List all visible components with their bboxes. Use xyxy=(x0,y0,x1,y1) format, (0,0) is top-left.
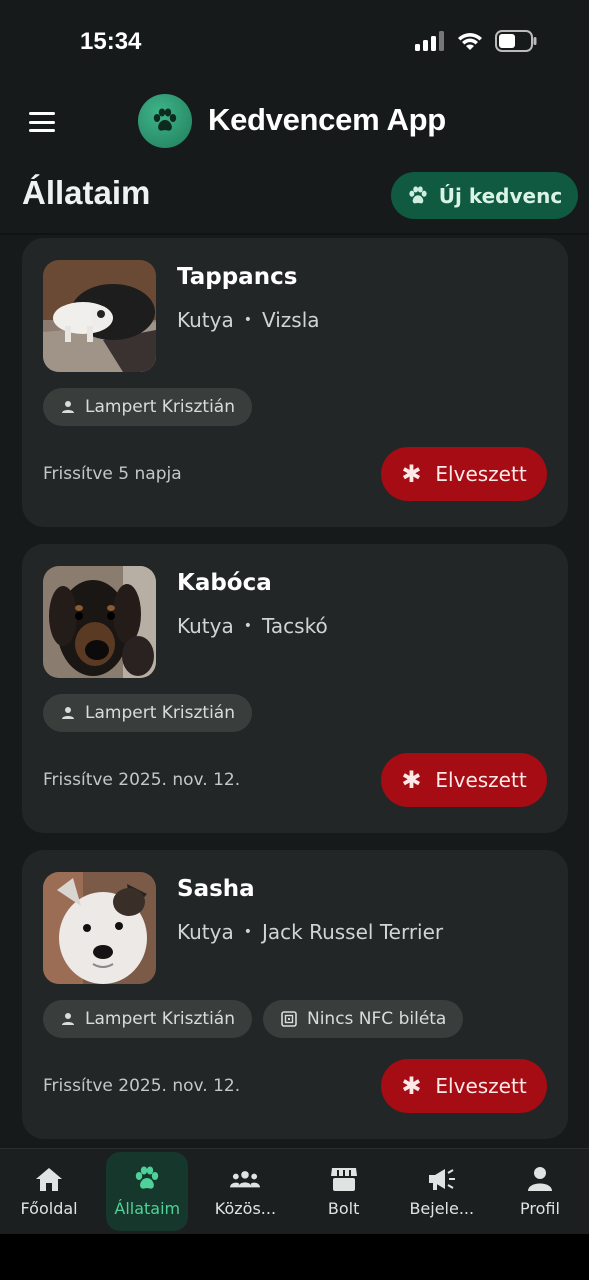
lost-label: Elveszett xyxy=(435,768,527,792)
separator-dot: • xyxy=(243,924,252,940)
nav-label: Állataim xyxy=(114,1199,181,1218)
nav-label: Főoldal xyxy=(20,1199,78,1218)
nfc-tag-icon xyxy=(281,1011,297,1027)
group-icon xyxy=(230,1171,261,1188)
separator-dot: • xyxy=(243,618,252,634)
status-time: 15:34 xyxy=(80,28,142,55)
nav-label: Közös... xyxy=(214,1199,277,1218)
separator-dot: • xyxy=(243,312,252,328)
pet-breed: Tacskó xyxy=(262,614,328,638)
pet-chips: Lampert Krisztián Nincs NFC biléta xyxy=(43,1000,464,1038)
pet-chips: Lampert Krisztián xyxy=(43,694,252,732)
pet-subtitle: Kutya • Vizsla xyxy=(177,308,320,332)
paw-icon xyxy=(136,1166,159,1189)
paw-icon xyxy=(409,185,427,203)
pet-name: Kabóca xyxy=(177,570,272,596)
pet-photo xyxy=(43,260,156,372)
owner-name: Lampert Krisztián xyxy=(85,397,235,417)
status-icons xyxy=(415,30,537,52)
battery-icon xyxy=(495,30,537,52)
pet-subtitle: Kutya • Tacskó xyxy=(177,614,328,638)
nav-item-profile[interactable]: Profil xyxy=(491,1149,589,1234)
pet-breed: Jack Russel Terrier xyxy=(262,920,444,944)
nfc-chip: Nincs NFC biléta xyxy=(262,1000,464,1038)
updated-text: Frissítve 2025. nov. 12. xyxy=(43,770,241,790)
pet-name: Tappancs xyxy=(177,264,298,290)
wifi-icon xyxy=(458,33,482,50)
pet-species: Kutya xyxy=(177,308,234,332)
pet-card[interactable]: Tappancs Kutya • Vizsla Lampert Krisztiá… xyxy=(22,238,568,527)
bottom-navigation: Főoldal Állataim Közös... Bolt Bejele... xyxy=(0,1148,589,1234)
asterisk-icon: ✱ xyxy=(401,1072,422,1100)
lost-label: Elveszett xyxy=(435,462,527,486)
app-logo xyxy=(138,94,192,148)
nav-item-community[interactable]: Közös... xyxy=(196,1149,294,1234)
lost-label: Elveszett xyxy=(435,1074,527,1098)
nfc-status: Nincs NFC biléta xyxy=(306,1009,447,1029)
owner-chip: Lampert Krisztián xyxy=(43,1000,252,1038)
new-pet-button[interactable]: Új kedvenc xyxy=(391,172,578,219)
nav-label: Profil xyxy=(519,1199,560,1218)
home-icon xyxy=(36,1168,63,1191)
pet-photo xyxy=(43,872,156,984)
pet-photo xyxy=(43,566,156,678)
pet-species: Kutya xyxy=(177,920,234,944)
menu-icon[interactable] xyxy=(26,108,58,136)
lost-button[interactable]: ✱ Elveszett xyxy=(381,753,547,807)
person-icon xyxy=(62,1013,74,1025)
pet-subtitle: Kutya • Jack Russel Terrier xyxy=(177,920,443,944)
page-title: Állataim xyxy=(22,174,151,211)
page-header: Állataim Új kedvenc xyxy=(0,160,589,234)
pet-name: Sasha xyxy=(177,876,255,902)
lost-button[interactable]: ✱ Elveszett xyxy=(381,1059,547,1113)
nav-label: Bolt xyxy=(327,1199,360,1218)
app-title: Kedvencem App xyxy=(208,102,446,137)
cellular-signal-icon xyxy=(415,31,444,51)
nav-item-home[interactable]: Főoldal xyxy=(0,1149,98,1234)
nav-item-announcements[interactable]: Bejele... xyxy=(393,1149,491,1234)
paw-icon xyxy=(153,108,177,131)
system-bottom-bar xyxy=(0,1234,589,1280)
person-icon xyxy=(62,707,74,719)
asterisk-icon: ✱ xyxy=(401,766,422,794)
updated-text: Frissítve 2025. nov. 12. xyxy=(43,1076,241,1096)
screen: 15:34 Kedvencem App Állataim Új kedvenc … xyxy=(0,0,589,1280)
owner-name: Lampert Krisztián xyxy=(85,1009,235,1029)
lost-button[interactable]: ✱ Elveszett xyxy=(381,447,547,501)
new-pet-label: Új kedvenc xyxy=(438,183,563,208)
nav-item-pets[interactable]: Állataim xyxy=(98,1149,196,1234)
pet-chips: Lampert Krisztián xyxy=(43,388,252,426)
updated-text: Frissítve 5 napja xyxy=(43,464,182,484)
pet-breed: Vizsla xyxy=(262,308,320,332)
megaphone-icon xyxy=(428,1169,455,1190)
pet-card[interactable]: Sasha Kutya • Jack Russel Terrier Lamper… xyxy=(22,850,568,1139)
person-icon xyxy=(527,1167,552,1191)
pet-list: Tappancs Kutya • Vizsla Lampert Krisztiá… xyxy=(22,238,568,1156)
owner-chip: Lampert Krisztián xyxy=(43,388,252,426)
person-icon xyxy=(62,401,74,413)
store-icon xyxy=(330,1168,357,1191)
header-divider xyxy=(0,233,589,235)
asterisk-icon: ✱ xyxy=(401,460,422,488)
app-header: Kedvencem App xyxy=(0,84,589,160)
owner-name: Lampert Krisztián xyxy=(85,703,235,723)
pet-species: Kutya xyxy=(177,614,234,638)
status-bar: 15:34 xyxy=(0,0,589,84)
pet-card[interactable]: Kabóca Kutya • Tacskó Lampert Krisztián … xyxy=(22,544,568,833)
nav-label: Bejele... xyxy=(409,1199,475,1218)
owner-chip: Lampert Krisztián xyxy=(43,694,252,732)
nav-item-store[interactable]: Bolt xyxy=(295,1149,393,1234)
